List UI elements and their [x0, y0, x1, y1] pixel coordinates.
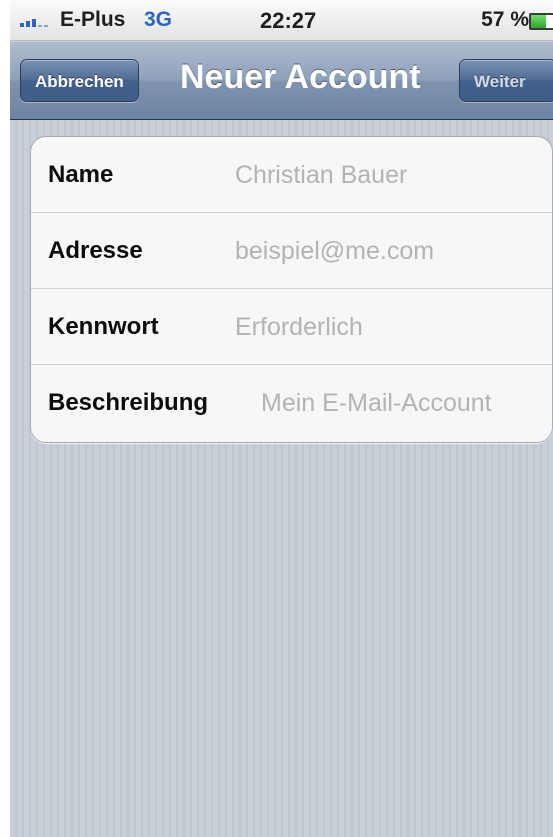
battery-percentage: 57 %	[481, 8, 529, 31]
password-label: Kennwort	[48, 313, 159, 340]
password-input[interactable]	[235, 289, 542, 365]
carrier-name: E-Plus	[60, 8, 126, 31]
address-input[interactable]	[235, 213, 542, 289]
phone-screen: E-Plus 3G 22:27 57 % Abbrechen Neuer Acc…	[10, 0, 553, 837]
status-time: 22:27	[260, 8, 317, 33]
form-row-address[interactable]: Adresse	[31, 213, 552, 289]
navigation-bar: Abbrechen Neuer Account Weiter	[10, 41, 553, 120]
network-type: 3G	[144, 8, 173, 31]
cancel-button[interactable]: Abbrechen	[20, 59, 139, 102]
description-input[interactable]	[261, 365, 542, 441]
form-row-password[interactable]: Kennwort	[31, 289, 552, 365]
name-input[interactable]	[235, 137, 542, 213]
signal-strength-icon	[20, 15, 48, 27]
address-label: Adresse	[48, 237, 143, 264]
battery-icon	[529, 13, 553, 30]
name-label: Name	[48, 161, 114, 188]
battery-level-fill	[531, 15, 546, 28]
form-row-name[interactable]: Name	[31, 137, 552, 213]
form-row-description[interactable]: Beschreibung	[31, 365, 552, 442]
description-label: Beschreibung	[48, 389, 209, 416]
next-button[interactable]: Weiter	[459, 59, 553, 102]
account-form: Name Adresse Kennwort Beschreibung	[30, 136, 553, 443]
page-title: Neuer Account	[180, 58, 421, 96]
status-bar: E-Plus 3G 22:27 57 %	[10, 0, 553, 41]
